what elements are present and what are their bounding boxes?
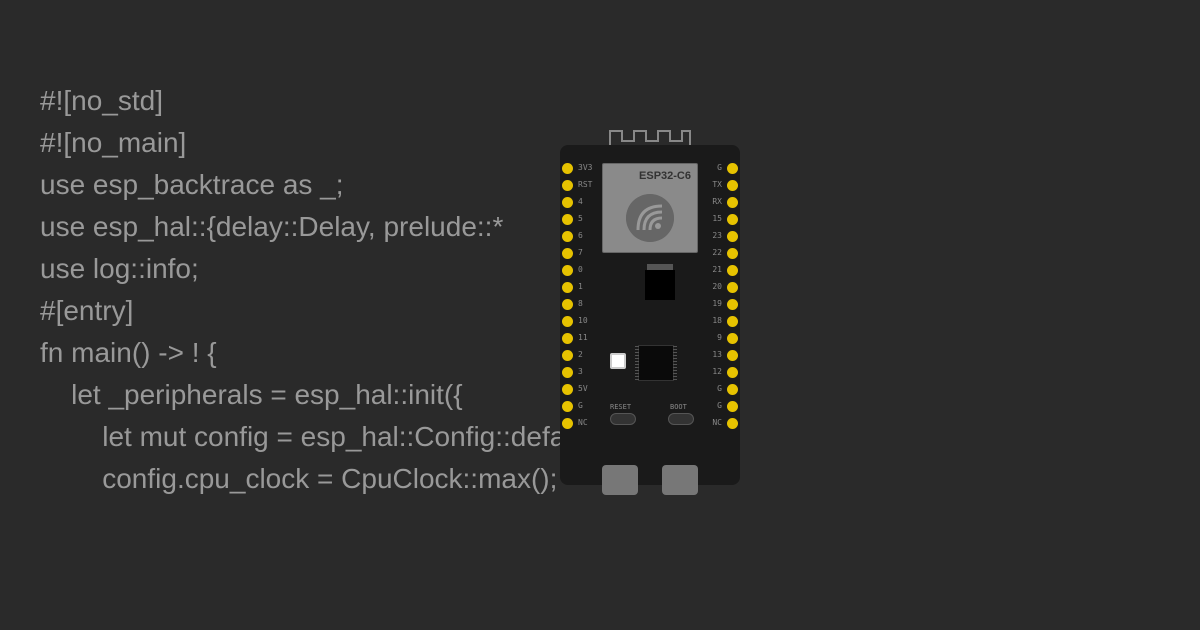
pin-label: 6 <box>578 231 583 240</box>
antenna-icon <box>600 125 700 145</box>
code-line: use log::info; <box>40 248 621 290</box>
pin-label: RX <box>712 197 722 206</box>
code-line: #[entry] <box>40 290 621 332</box>
pin-label: G <box>578 401 583 410</box>
pin-label: 9 <box>717 333 722 342</box>
pin-hole[interactable] <box>562 282 573 293</box>
pin-hole[interactable] <box>727 316 738 327</box>
pcb-board: ESP32-C6 RESET BOOT 3V3 RST <box>560 145 740 485</box>
pin-label: 1 <box>578 282 583 291</box>
pin-label: 5 <box>578 214 583 223</box>
pin-hole[interactable] <box>562 214 573 225</box>
pin-label: G <box>717 401 722 410</box>
pin-hole[interactable] <box>727 418 738 429</box>
pin-label: 20 <box>712 282 722 291</box>
pin-label: 4 <box>578 197 583 206</box>
pin-hole[interactable] <box>562 367 573 378</box>
usb-port-left-icon <box>602 465 638 495</box>
pin-label: 18 <box>712 316 722 325</box>
pin-hole[interactable] <box>562 265 573 276</box>
pin-hole[interactable] <box>562 418 573 429</box>
pin-hole[interactable] <box>727 401 738 412</box>
pin-hole[interactable] <box>562 401 573 412</box>
code-line: #![no_std] <box>40 80 621 122</box>
code-line: use esp_backtrace as _; <box>40 164 621 206</box>
pin-hole[interactable] <box>727 231 738 242</box>
code-line: let mut config = esp_hal::Config::defaul… <box>40 416 621 458</box>
pin-label: 5V <box>578 384 588 393</box>
pin-label: TX <box>712 180 722 189</box>
esp32-board[interactable]: ESP32-C6 RESET BOOT 3V3 RST <box>560 145 740 515</box>
pin-hole[interactable] <box>562 248 573 259</box>
pin-hole[interactable] <box>727 197 738 208</box>
pin-hole[interactable] <box>727 265 738 276</box>
pin-label: 7 <box>578 248 583 257</box>
pin-label: 3V3 <box>578 163 592 172</box>
pin-hole[interactable] <box>727 350 738 361</box>
reset-button-label: RESET <box>610 403 631 411</box>
pin-label: NC <box>578 418 588 427</box>
code-line: config.cpu_clock = CpuClock::max(); <box>40 458 621 500</box>
pin-hole[interactable] <box>562 333 573 344</box>
pin-label: 12 <box>712 367 722 376</box>
pin-label: 21 <box>712 265 722 274</box>
code-line: use esp_hal::{delay::Delay, prelude::* <box>40 206 621 248</box>
voltage-regulator-icon <box>645 270 675 300</box>
pin-label: 11 <box>578 333 588 342</box>
pin-hole[interactable] <box>727 384 738 395</box>
pin-row-left <box>562 163 573 429</box>
pin-label: G <box>717 163 722 172</box>
pin-label: RST <box>578 180 592 189</box>
pin-hole[interactable] <box>562 316 573 327</box>
pin-hole[interactable] <box>562 350 573 361</box>
pin-label: 13 <box>712 350 722 359</box>
pin-hole[interactable] <box>562 299 573 310</box>
pin-label: 22 <box>712 248 722 257</box>
wifi-module: ESP32-C6 <box>602 163 698 253</box>
pin-hole[interactable] <box>727 282 738 293</box>
code-line: #![no_main] <box>40 122 621 164</box>
boot-button-label: BOOT <box>670 403 687 411</box>
pin-hole[interactable] <box>727 180 738 191</box>
pin-label: G <box>717 384 722 393</box>
pin-hole[interactable] <box>562 231 573 242</box>
pin-label: 15 <box>712 214 722 223</box>
pin-label: 2 <box>578 350 583 359</box>
pin-label: 23 <box>712 231 722 240</box>
pin-label: 0 <box>578 265 583 274</box>
pin-hole[interactable] <box>727 333 738 344</box>
boot-button[interactable] <box>668 413 694 425</box>
pin-hole[interactable] <box>562 180 573 191</box>
pin-hole[interactable] <box>562 197 573 208</box>
pin-hole[interactable] <box>727 214 738 225</box>
code-line: fn main() -> ! { <box>40 332 621 374</box>
pin-hole[interactable] <box>727 299 738 310</box>
code-editor: #![no_std] #![no_main] use esp_backtrace… <box>40 80 621 500</box>
reset-button[interactable] <box>610 413 636 425</box>
pin-label: 19 <box>712 299 722 308</box>
pin-label: 3 <box>578 367 583 376</box>
pin-hole[interactable] <box>727 163 738 174</box>
pin-label: NC <box>712 418 722 427</box>
espressif-logo-icon <box>626 194 674 242</box>
led-icon <box>610 353 626 369</box>
pin-row-right <box>727 163 738 429</box>
mcu-chip-icon <box>638 345 674 381</box>
pin-label: 8 <box>578 299 583 308</box>
pin-hole[interactable] <box>727 248 738 259</box>
pin-hole[interactable] <box>562 384 573 395</box>
chip-name-label: ESP32-C6 <box>639 170 691 182</box>
pin-label: 10 <box>578 316 588 325</box>
code-line: let _peripherals = esp_hal::init({ <box>40 374 621 416</box>
pin-hole[interactable] <box>727 367 738 378</box>
pin-hole[interactable] <box>562 163 573 174</box>
usb-port-right-icon <box>662 465 698 495</box>
